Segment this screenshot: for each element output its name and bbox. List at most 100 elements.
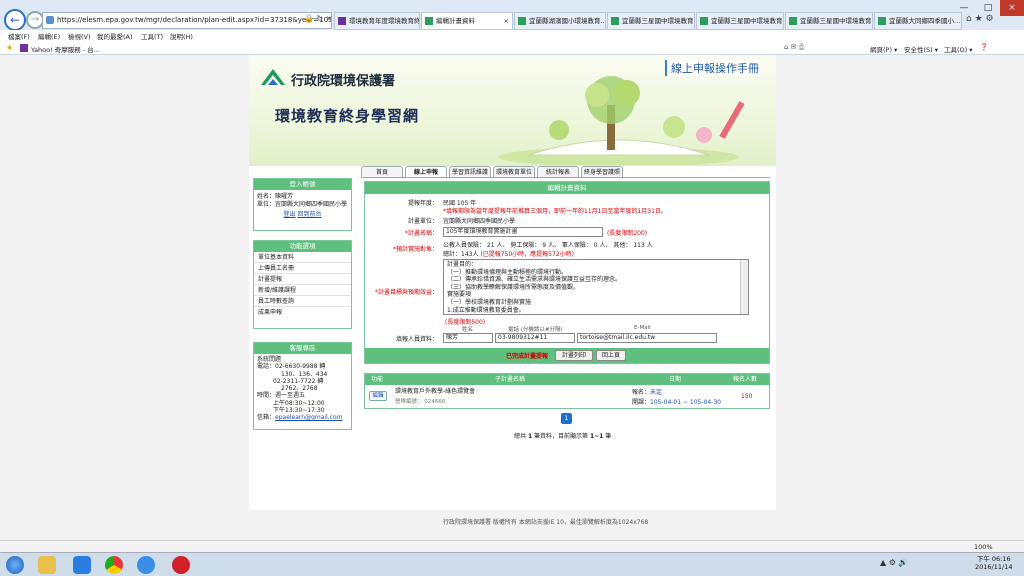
service-box: 客服專區 系統問題 電話：02-6630-9988 轉 130、136、434 … [253, 342, 352, 430]
favorites-star-icon[interactable]: ★ [6, 43, 13, 52]
col-mail-header: E-Mail [634, 325, 651, 331]
ie-icon[interactable] [137, 556, 155, 574]
open-value: 105-04-01 ~ 105-04-30 [650, 399, 721, 406]
goal-textarea[interactable]: 計畫目的： （一）推動環境倫理與主動積極的環境行動。 （二）傳承珍惜資源、確立生… [443, 259, 749, 315]
print-button[interactable]: 計畫列印 [555, 350, 593, 361]
contact-phone-input[interactable]: 03-9809312#11 [495, 333, 575, 343]
manual-link[interactable]: 線上申報操作手冊 [665, 60, 759, 76]
close-window-button[interactable]: × [1000, 0, 1024, 16]
people-note: (已提報750小時，應提報572小時) [480, 251, 574, 258]
summary-pre: 總共 [514, 433, 527, 440]
site-title: 環境教育終身學習網 [275, 107, 420, 125]
plan-name-input[interactable]: 105年度環境教育實施計畫 [443, 227, 603, 237]
tab-6[interactable]: 宜蘭縣三星國中環境教育... [785, 12, 873, 30]
page-icon [425, 17, 433, 25]
subplan-title-link[interactable]: 環境教育戶外教學-綠色環覽會 [395, 386, 475, 395]
sidebar-item-upload-roster[interactable]: 上傳員工名冊 [254, 263, 351, 274]
menu-view[interactable]: 檢視(V) [68, 31, 91, 41]
clock[interactable]: 下午 06:16 2016/11/14 [975, 555, 1012, 571]
yahoo-icon [338, 17, 346, 25]
year-note: *填報期限為當年度提報年前推算三個月，即前一年的11月1日至當年度的1月31日。 [443, 208, 667, 215]
site-banner: 行政院環境保護署 環境教育終身學習網 線上申報操作手冊 [249, 55, 776, 166]
folder-icon[interactable] [38, 556, 56, 574]
yahoo-icon [20, 44, 28, 52]
contact-name-input[interactable]: 陳芳 [443, 333, 493, 343]
epa-logo-icon [261, 69, 285, 85]
tab-7[interactable]: 宜蘭縣大同鄉四季國小... [874, 12, 962, 30]
minimize-button[interactable]: — [952, 0, 976, 16]
start-icon[interactable] [6, 556, 24, 574]
book-tree-illustration [499, 76, 745, 165]
cmd-page[interactable]: 網頁(P) ▾ [870, 44, 897, 54]
page-icon [518, 17, 526, 25]
sidebar-item-plan-report[interactable]: 計畫提報 [254, 274, 351, 285]
tab-5[interactable]: 宜蘭縣三星國中環境教育... [696, 12, 784, 30]
tab-3[interactable]: 宜蘭縣湖濱國小環境教育... [514, 12, 606, 30]
plan-name-limit: (長度限制200) [607, 230, 648, 237]
people-label: *預計實施對象： [392, 246, 438, 253]
sidebar-item-courses[interactable]: 新增/維護課程 [254, 285, 351, 296]
sidebar-item-unit-info[interactable]: 單位基本資料 [254, 252, 351, 263]
login-box: 登入帳號 姓名：陳曜芳 單位：宜蘭縣大同鄉四季國民小學 登出 回到前台 [253, 178, 352, 231]
page-icon [878, 17, 886, 25]
logout-link[interactable]: 登出 [284, 211, 296, 218]
chrome-icon[interactable] [105, 556, 123, 574]
menu-tools[interactable]: 工具(T) [141, 31, 163, 41]
menu-help[interactable]: 說明(H) [170, 31, 193, 41]
menu-favorites[interactable]: 我的最愛(A) [97, 31, 133, 41]
menu-file[interactable]: 檔案(F) [8, 31, 30, 41]
back-front-link[interactable]: 回到前台 [297, 211, 321, 218]
cmd-tools[interactable]: 工具(O) ▾ [944, 44, 973, 54]
goal-scrollbar[interactable] [740, 260, 748, 314]
service-line: 02-2311-7722 轉 [273, 377, 324, 385]
mail-label: 信箱： [257, 414, 276, 422]
address-actions-icon[interactable]: 🔒 ↻ × [304, 14, 332, 23]
signup-label: 報名： [632, 389, 651, 396]
service-mail-link[interactable]: epaelearn@gmail.com [275, 414, 342, 421]
sidebar-item-hours[interactable]: 員工時數查詢 [254, 296, 351, 307]
nav-divider [361, 177, 770, 178]
summary-total: 1 [527, 433, 533, 440]
edit-plan-head: 編輯計畫資料 [365, 182, 769, 194]
summary-mid: 筆資料，目前顯示第 [534, 433, 589, 440]
function-head: 功能選項 [254, 241, 351, 252]
people-total: 總計：143人 [443, 251, 479, 258]
cmd-safety[interactable]: 安全性(S) ▾ [904, 44, 938, 54]
login-name: 姓名：陳曜芳 [257, 193, 294, 200]
opera-icon[interactable] [172, 556, 190, 574]
close-tab-icon[interactable]: × [504, 13, 509, 29]
media-icon[interactable] [73, 556, 91, 574]
year-label: 提報年度： [407, 200, 438, 207]
summary-range: 1~1 [589, 433, 604, 440]
service-line: 上午08:30~12:00 [273, 399, 325, 407]
col-name-header: 姓名 [462, 327, 474, 333]
tab-1[interactable]: 環境教育年度環境教育終身學習... [334, 12, 420, 30]
help-icon[interactable]: ❓ [980, 43, 988, 51]
back-button-page[interactable]: 回上頁 [596, 350, 626, 361]
col-subplan-name: 子計畫名稱 [495, 376, 526, 383]
service-line: 時間：週一至週五 [257, 392, 306, 400]
back-button[interactable]: ← [4, 9, 26, 31]
subplan-header-row: 功能 子計畫名稱 日期 報名人數 [365, 374, 769, 385]
page-icon [789, 17, 797, 25]
zoom-level[interactable]: 100% [974, 543, 993, 551]
menu-edit[interactable]: 編輯(E) [38, 31, 60, 41]
app-icon[interactable] [203, 556, 221, 574]
sidebar-item-results[interactable]: 成果申報 [254, 307, 351, 318]
maximize-button[interactable]: □ [976, 0, 1000, 16]
address-bar[interactable]: https://elesm.epa.gov.tw/mgr/declaration… [42, 12, 332, 29]
col-signup-count: 報名人數 [733, 376, 758, 383]
tab-2[interactable]: 編輯計畫資料 × [421, 12, 513, 30]
col-phone-header: 電話 (分機請以#分隔) [508, 327, 563, 333]
epa-logo-text: 行政院環境保護署 [291, 74, 396, 89]
menu-bar: 檔案(F) 編輯(E) 檢視(V) 我的最愛(A) 工具(T) 說明(H) [0, 30, 1024, 42]
tray-icons[interactable]: ▲ ⚙ 🔊 [880, 558, 908, 567]
contact-mail-input[interactable]: tortoise@tmail.ilc.edu.tw [577, 333, 717, 343]
col-date: 日期 [669, 376, 682, 383]
tab-4[interactable]: 宜蘭縣三星國中環境教育... [607, 12, 695, 30]
command-icons[interactable]: ⌂ ✉ ⎙ [784, 43, 804, 52]
people-breakdown: 公教人員保險： 21 人、 勞工保險： 9 人、 軍人保險： 0 人、 其他： … [443, 242, 653, 249]
page-1-button[interactable]: 1 [561, 413, 572, 424]
edit-button[interactable]: 編輯 [369, 391, 387, 401]
fav-yahoo-link[interactable]: Yahoo! 奇摩服務 - 台... [31, 44, 100, 54]
